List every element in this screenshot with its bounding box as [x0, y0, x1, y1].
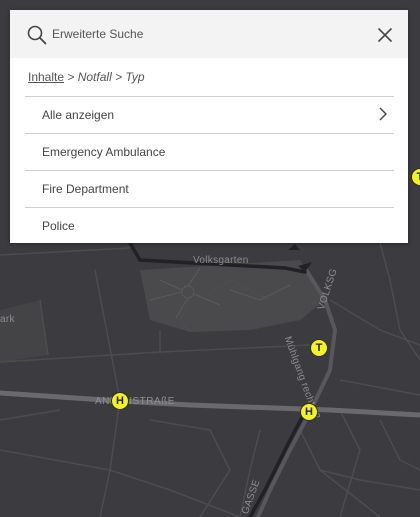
- search-bar: [10, 10, 408, 58]
- t-marker[interactable]: T: [310, 339, 328, 357]
- search-input[interactable]: [52, 23, 352, 45]
- show-all-row[interactable]: Alle anzeigen: [25, 96, 394, 133]
- park-label: Volksgarten: [193, 255, 249, 266]
- chevron-right-icon: [379, 107, 387, 121]
- breadcrumb: Inhalte > Notfall > Typ: [28, 70, 145, 84]
- street-label-annenstrasse: ANNENSTRAßE: [95, 396, 175, 407]
- list-item[interactable]: Fire Department: [25, 170, 394, 207]
- close-icon[interactable]: [374, 24, 396, 46]
- breadcrumb-level-typ: Typ: [125, 70, 145, 84]
- h-marker-muehlgang[interactable]: H: [300, 403, 318, 421]
- breadcrumb-root-link[interactable]: Inhalte: [28, 70, 64, 84]
- breadcrumb-separator: >: [111, 70, 126, 84]
- search-icon: [27, 25, 47, 45]
- left-park-label: ark: [0, 314, 15, 325]
- list-item-label: Police: [42, 219, 75, 233]
- breadcrumb-separator: >: [64, 70, 78, 84]
- list-item[interactable]: Police: [25, 207, 394, 244]
- list-item-label: Emergency Ambulance: [42, 145, 166, 159]
- show-all-label: Alle anzeigen: [42, 108, 115, 122]
- list-item[interactable]: Emergency Ambulance: [25, 133, 394, 170]
- list-item-label: Fire Department: [42, 182, 129, 196]
- breadcrumb-level-notfall: Notfall: [77, 70, 112, 84]
- search-panel: Inhalte > Notfall > Typ Alle anzeigen Em…: [10, 10, 408, 243]
- h-marker-annenstrasse[interactable]: H: [111, 392, 129, 410]
